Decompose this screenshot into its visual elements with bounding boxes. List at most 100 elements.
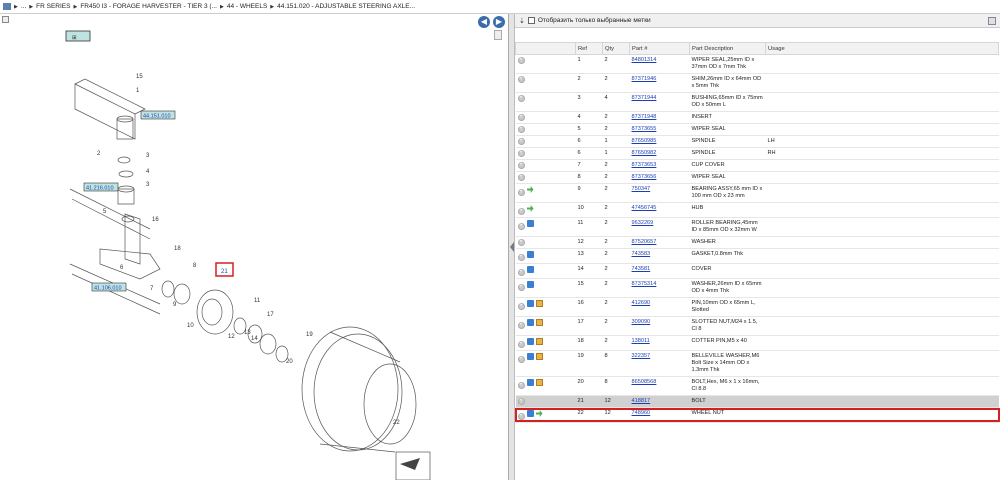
table-row[interactable]: +16 2 412690 PIN,10mm OD x 65mm L, Slotted: [515, 297, 999, 317]
column-header[interactable]: Qty: [602, 42, 630, 55]
add-to-cart-icon[interactable]: +: [517, 150, 525, 157]
show-selected-checkbox[interactable]: [527, 17, 535, 24]
table-row[interactable]: +13 2 743583 GASKET,0.8mm Thk: [515, 248, 999, 264]
part-number-link[interactable]: 138011: [632, 338, 650, 344]
table-row[interactable]: +11 2 9632269 ROLLER BEARING,45mm ID x 85mm…: [515, 217, 999, 237]
table-row[interactable]: +12 2 87520657 WASHER: [515, 236, 999, 249]
callout-label[interactable]: 41.106.010: [94, 286, 122, 292]
info-icon[interactable]: [526, 353, 534, 360]
replacement-arrow-icon[interactable]: [526, 205, 534, 212]
table-row[interactable]: +20 8 86508568 BOLT,Hex, M6 x 1 x 16mm, Cl …: [515, 376, 999, 396]
info-icon[interactable]: [526, 338, 534, 345]
add-to-cart-icon[interactable]: +: [517, 254, 525, 261]
add-to-cart-icon[interactable]: +: [517, 341, 525, 348]
info-icon[interactable]: [526, 251, 534, 258]
part-number-link[interactable]: 9632269: [632, 220, 654, 226]
add-to-cart-icon[interactable]: +: [517, 114, 525, 121]
home-icon[interactable]: [3, 3, 11, 10]
part-number-link[interactable]: 87650985: [632, 138, 657, 144]
package-icon[interactable]: [535, 319, 543, 326]
package-icon[interactable]: [535, 300, 543, 307]
info-icon[interactable]: [526, 410, 534, 417]
table-row[interactable]: +8 2 87373656 WIPER SEAL: [515, 171, 999, 184]
part-number-link[interactable]: 87373653: [632, 162, 657, 168]
info-icon[interactable]: [526, 319, 534, 326]
part-number-link[interactable]: 84801314: [632, 57, 657, 63]
part-number-link[interactable]: 47456745: [632, 205, 657, 211]
table-row[interactable]: +15 2 87375314 WASHER,26mm ID x 65mm OD x 4…: [515, 278, 999, 298]
add-to-cart-icon[interactable]: +: [517, 189, 525, 196]
package-icon[interactable]: [535, 353, 543, 360]
part-number-link[interactable]: 418817: [632, 398, 651, 404]
add-to-cart-icon[interactable]: +: [517, 76, 525, 83]
info-icon[interactable]: [526, 281, 534, 288]
callout-label[interactable]: 44.151.010: [143, 114, 171, 120]
part-number-link[interactable]: 748960: [632, 410, 651, 416]
table-row[interactable]: +10 2 47456745 HUB: [515, 202, 999, 218]
table-row[interactable]: +18 2 138011 COTTER PIN,M5 x 40: [515, 335, 999, 351]
info-icon[interactable]: [526, 220, 534, 227]
table-row[interactable]: +21 12 418817 BOLT: [515, 395, 999, 408]
info-icon[interactable]: [526, 300, 534, 307]
part-number-link[interactable]: 743581: [632, 266, 651, 272]
table-row[interactable]: +22 12 748960 WHEEL NUT: [515, 407, 999, 423]
part-number-link[interactable]: 87520657: [632, 239, 657, 245]
part-number-link[interactable]: 87650982: [632, 150, 657, 156]
part-number-link[interactable]: 309090: [632, 319, 651, 325]
package-icon[interactable]: [535, 379, 543, 386]
part-number-link[interactable]: 322357: [632, 353, 651, 359]
breadcrumb-item[interactable]: FR450 I3 - FORAGE HARVESTER - TIER 3 (..…: [80, 3, 217, 10]
collapse-arrow-icon[interactable]: [510, 242, 514, 252]
table-row[interactable]: +2 2 87371946 SHIM,26mm ID x 64mm OD x 5mm …: [515, 73, 999, 93]
add-to-cart-icon[interactable]: +: [517, 162, 525, 169]
table-row[interactable]: +4 2 87371948 INSERT: [515, 111, 999, 124]
table-row[interactable]: +17 2 309090 SLOTTED NUT,M24 x 1.5, Cl 8: [515, 316, 999, 336]
add-to-cart-icon[interactable]: +: [517, 284, 525, 291]
add-to-cart-icon[interactable]: +: [517, 269, 525, 276]
table-row[interactable]: +9 2 750347 BEARING ASSY,65 mm ID x 100 mm …: [515, 183, 999, 203]
add-to-cart-icon[interactable]: +: [517, 95, 525, 102]
add-to-cart-icon[interactable]: +: [517, 303, 525, 310]
part-number-link[interactable]: 412690: [632, 300, 651, 306]
add-to-cart-icon[interactable]: +: [517, 413, 525, 420]
callout-label[interactable]: 41.216.010: [86, 186, 114, 192]
column-header[interactable]: Part #: [629, 42, 690, 55]
column-header[interactable]: Part Description: [689, 42, 766, 55]
part-number-link[interactable]: 87371948: [632, 114, 657, 120]
table-row[interactable]: +3 4 87371944 BUSHING,65mm ID x 75mm OD x 5…: [515, 92, 999, 112]
part-number-link[interactable]: 87371946: [632, 76, 657, 82]
column-header[interactable]: Ref: [575, 42, 603, 55]
table-row[interactable]: +1 2 84801314 WIPER SEAL,25mm ID x 37mm OD …: [515, 54, 999, 74]
part-number-link[interactable]: 87375314: [632, 281, 657, 287]
breadcrumb-item[interactable]: FR SERIES: [36, 3, 70, 10]
table-row[interactable]: +19 8 322357 BELLEVILLE WASHER,M6 Bolt Size…: [515, 350, 999, 377]
table-row[interactable]: +7 2 87373653 CUP COVER: [515, 159, 999, 172]
add-to-cart-icon[interactable]: +: [517, 138, 525, 145]
add-to-cart-icon[interactable]: +: [517, 398, 525, 405]
part-number-link[interactable]: 87373655: [632, 126, 657, 132]
add-to-cart-icon[interactable]: +: [517, 382, 525, 389]
info-icon[interactable]: [526, 379, 534, 386]
settings-icon[interactable]: [988, 17, 996, 25]
table-row[interactable]: +6 1 87650982 SPINDLE RH: [515, 147, 999, 160]
table-row[interactable]: +6 1 87650985 SPINDLE LH: [515, 135, 999, 148]
add-to-cart-icon[interactable]: +: [517, 239, 525, 246]
info-icon[interactable]: [526, 266, 534, 273]
add-to-cart-icon[interactable]: +: [517, 322, 525, 329]
part-number-link[interactable]: 87373656: [632, 174, 657, 180]
table-row[interactable]: +5 2 87373655 WIPER SEAL: [515, 123, 999, 136]
add-to-cart-icon[interactable]: +: [517, 57, 525, 64]
add-to-cart-icon[interactable]: +: [517, 223, 525, 230]
add-to-cart-icon[interactable]: +: [517, 174, 525, 181]
add-to-cart-icon[interactable]: +: [517, 126, 525, 133]
part-number-link[interactable]: 86508568: [632, 379, 657, 385]
replacement-arrow-icon[interactable]: [535, 410, 543, 417]
part-number-link[interactable]: 750347: [632, 186, 651, 192]
part-number-link[interactable]: 87371944: [632, 95, 657, 101]
table-row[interactable]: +14 2 743581 COVER: [515, 263, 999, 279]
add-to-cart-icon[interactable]: +: [517, 356, 525, 363]
replacement-arrow-icon[interactable]: [526, 186, 534, 193]
breadcrumb-item[interactable]: ...: [21, 3, 26, 10]
column-header[interactable]: Usage: [765, 42, 999, 55]
add-to-cart-icon[interactable]: +: [517, 208, 525, 215]
